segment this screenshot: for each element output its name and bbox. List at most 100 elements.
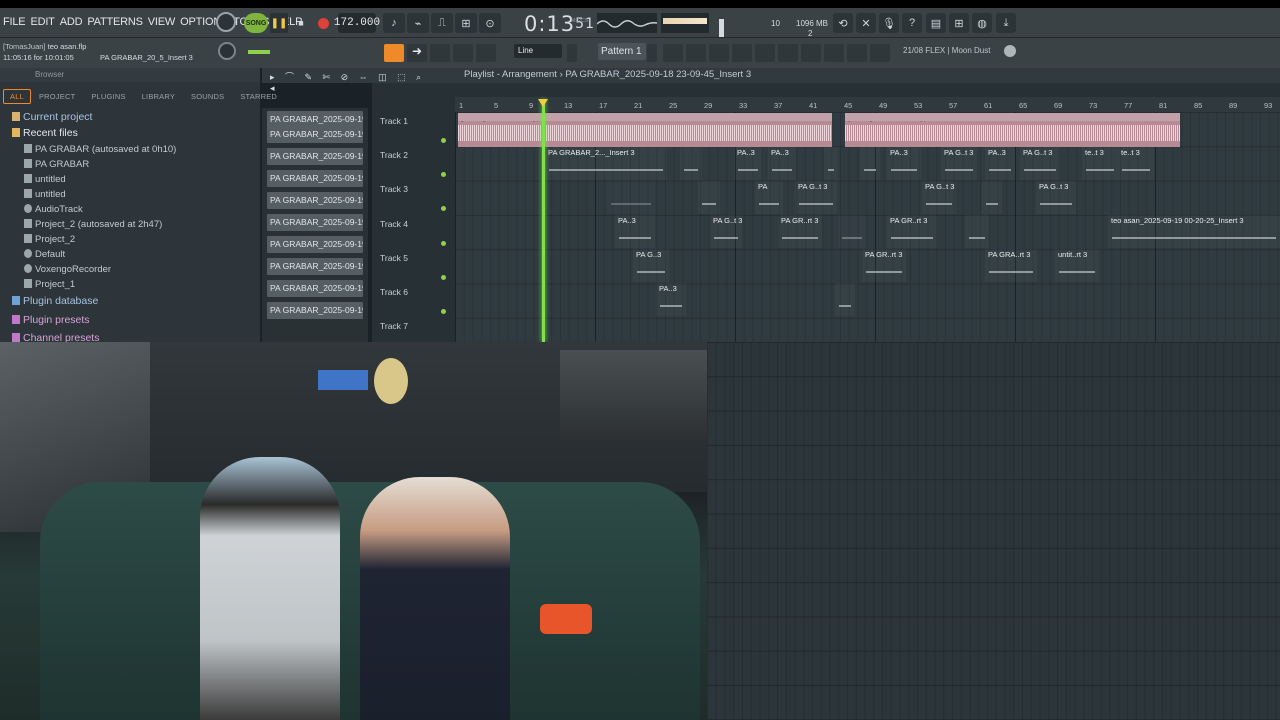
browser-plugin-database[interactable]: Plugin database: [0, 294, 260, 309]
plugin-icon[interactable]: ⊞: [949, 13, 969, 33]
globe-icon[interactable]: [1004, 45, 1016, 57]
track-led[interactable]: [441, 138, 446, 143]
pattern-picker-item[interactable]: PA GRABAR_2025-09-19...: [267, 148, 363, 165]
menu-file[interactable]: FILE: [3, 16, 26, 28]
pattern-picker-item[interactable]: PA GRABAR_2025-09-19...: [267, 214, 363, 231]
fruity-icon[interactable]: [847, 44, 867, 62]
pattern-clip[interactable]: PA G..t 3: [941, 147, 977, 180]
timeline-ruler[interactable]: [455, 97, 1280, 112]
tab-all[interactable]: ALL: [3, 88, 31, 104]
playlist-grid-extension[interactable]: [707, 342, 1280, 720]
news-ticker[interactable]: 21/08 FLEX | Moon Dust: [903, 46, 990, 55]
pattern-clip[interactable]: PA..3: [734, 147, 762, 180]
wait-input-icon[interactable]: ⌁: [407, 13, 429, 33]
help-icon[interactable]: ?: [902, 13, 922, 33]
pattern-clip[interactable]: te..t 3: [1118, 147, 1154, 180]
plugin-icon[interactable]: [870, 44, 890, 62]
browser-file[interactable]: untitled: [0, 187, 260, 202]
browser-file[interactable]: Project_2: [0, 232, 260, 247]
menu-add[interactable]: ADD: [60, 16, 83, 28]
pattern-clip[interactable]: [838, 215, 866, 248]
pattern-add-icon[interactable]: [647, 44, 657, 62]
tempo-display[interactable]: 172.000: [334, 13, 380, 33]
pattern-clip[interactable]: PA..3: [656, 283, 686, 316]
song-mode-toggle[interactable]: SONG: [244, 13, 268, 33]
pattern-picker-item[interactable]: PA GRABAR_2025-09-19...: [267, 302, 363, 319]
metronome-icon[interactable]: ♪: [383, 13, 405, 33]
pattern-clip[interactable]: PA GR..rt 3: [887, 215, 937, 248]
tab-library[interactable]: LIBRARY: [134, 92, 183, 101]
pattern-clip[interactable]: PA G..3: [633, 249, 669, 282]
browser-file[interactable]: Default: [0, 247, 260, 262]
browser-current-project[interactable]: Current project: [0, 110, 260, 125]
track-led[interactable]: [441, 241, 446, 246]
arrow-right-icon[interactable]: ➜: [407, 44, 427, 62]
pattern-clip[interactable]: PA..3: [887, 147, 921, 180]
track-header[interactable]: Track 6: [376, 284, 454, 318]
browser-file[interactable]: PA GRABAR (autosaved at 0h10): [0, 142, 260, 157]
project-icon[interactable]: [824, 44, 844, 62]
pattern-clip[interactable]: PA GR..rt 3: [778, 215, 822, 248]
track-led[interactable]: [441, 172, 446, 177]
pattern-clip[interactable]: PA..3: [615, 215, 655, 248]
undo-icon[interactable]: ⟲: [833, 13, 853, 33]
pattern-picker-item[interactable]: PA GRABAR_2025-09-19...: [267, 280, 363, 297]
browser-file[interactable]: PA GRABAR: [0, 157, 260, 172]
plugin-picker-icon[interactable]: [778, 44, 798, 62]
menu-edit[interactable]: EDIT: [30, 16, 54, 28]
mixer-icon[interactable]: [709, 44, 729, 62]
browser-file[interactable]: untitled: [0, 172, 260, 187]
browser-plugin-presets[interactable]: Plugin presets: [0, 313, 260, 328]
menu-patterns[interactable]: PATTERNS: [87, 16, 143, 28]
playlist-icon[interactable]: [663, 44, 683, 62]
pattern-clip[interactable]: [965, 215, 989, 248]
pattern-clip[interactable]: [824, 147, 838, 180]
menu-view[interactable]: VIEW: [148, 16, 176, 28]
pattern-picker-item[interactable]: PA GRABAR_2025-09-19...: [267, 192, 363, 209]
track-led[interactable]: [441, 275, 446, 280]
play-button[interactable]: ❚❚: [270, 13, 288, 33]
pattern-clip[interactable]: te..t 3: [1082, 147, 1118, 180]
pattern-clip[interactable]: [698, 181, 720, 214]
song-position-display[interactable]: 0:13 51: [524, 11, 595, 37]
mic-icon[interactable]: 🎙: [879, 13, 899, 33]
audio-clip[interactable]: [FREE] BLP Kosher Type Beat - Im Back: [845, 113, 1180, 147]
track-header[interactable]: Track 4: [376, 216, 454, 250]
loop-record-icon[interactable]: ⊞: [455, 13, 477, 33]
pattern-clip[interactable]: PA GRA..rt 3: [985, 249, 1037, 282]
track-header[interactable]: Track 5: [376, 250, 454, 284]
blend-notes-icon[interactable]: ⊙: [479, 13, 501, 33]
pattern-clip[interactable]: [982, 181, 1002, 214]
tab-plugins[interactable]: PLUGINS: [83, 92, 133, 101]
draw-icon[interactable]: [430, 44, 450, 62]
chat-icon[interactable]: ◍: [972, 13, 992, 33]
countdown-icon[interactable]: ⎍: [431, 13, 453, 33]
stop-button[interactable]: ■: [292, 13, 310, 33]
piano-roll-icon[interactable]: [686, 44, 706, 62]
track-led[interactable]: [441, 309, 446, 314]
track-header[interactable]: Track 3: [376, 181, 454, 215]
channel-rack-icon[interactable]: [732, 44, 752, 62]
pattern-picker-item[interactable]: PA GRABAR_2025-09-19...: [267, 236, 363, 253]
stamp-icon[interactable]: [476, 44, 496, 62]
audio-clip[interactable]: [FREE] BLP Kosher Type Beat - Im Back: [458, 113, 832, 147]
browser-file[interactable]: Project_2 (autosaved at 2h47): [0, 217, 260, 232]
pattern-clip[interactable]: PA GRABAR_2..._Insert 3: [545, 147, 667, 180]
pattern-clip[interactable]: untit..rt 3: [1055, 249, 1099, 282]
pattern-clip[interactable]: [835, 283, 855, 316]
tools-icon[interactable]: ✕: [856, 13, 876, 33]
pattern-picker-item[interactable]: PA GRABAR_2025-09-19...: [267, 170, 363, 187]
pattern-clip[interactable]: PA..3: [768, 147, 796, 180]
browser-icon[interactable]: [755, 44, 775, 62]
pattern-clip[interactable]: PA..3: [985, 147, 1015, 180]
pattern-clip[interactable]: [860, 147, 880, 180]
pattern-clip[interactable]: PA G..t 3: [1020, 147, 1060, 180]
track-header[interactable]: Track 1: [376, 113, 454, 147]
browser-recent-files[interactable]: Recent files: [0, 126, 260, 141]
pattern-clip[interactable]: PA G..t 3: [710, 215, 742, 248]
tab-project[interactable]: PROJECT: [31, 92, 83, 101]
pattern-selector[interactable]: Pattern 1: [598, 43, 646, 60]
link-icon[interactable]: [453, 44, 473, 62]
tab-sounds[interactable]: SOUNDS: [183, 92, 232, 101]
record-button[interactable]: [314, 13, 332, 33]
